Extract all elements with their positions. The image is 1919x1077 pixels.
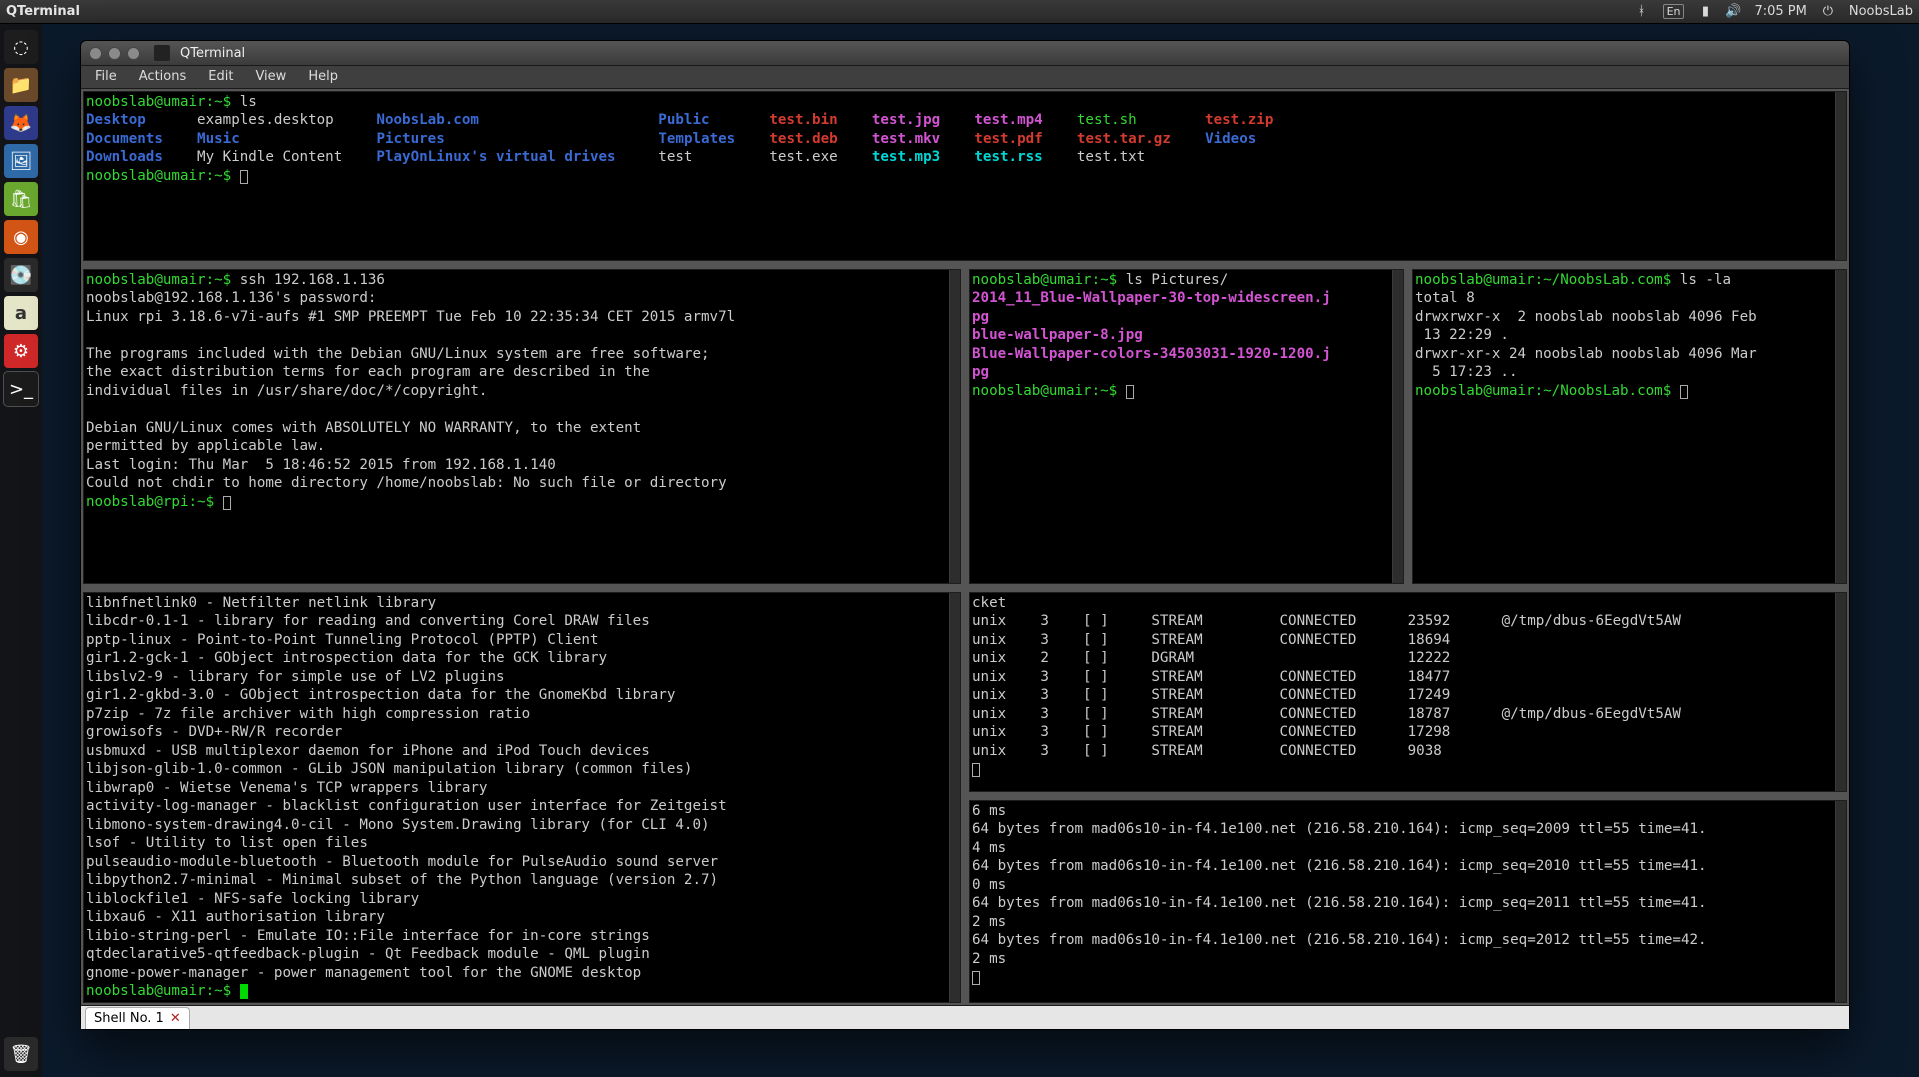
menu-actions[interactable]: Actions xyxy=(129,67,197,86)
keyboard-indicator[interactable]: En xyxy=(1663,4,1685,19)
dock-firefox[interactable]: 🦊 xyxy=(4,106,38,140)
menu-edit[interactable]: Edit xyxy=(198,67,243,86)
terminal-pane-lsla[interactable]: noobslab@umair:~/NoobsLab.com$ ls -la to… xyxy=(1412,269,1847,584)
dock-amazon[interactable]: a xyxy=(4,296,38,330)
menu-view[interactable]: View xyxy=(245,67,296,86)
system-tray: ᚼ En ▮ 🔊 7:05 PM ⏻ NoobsLab xyxy=(1635,4,1913,19)
window-titlebar[interactable]: QTerminal xyxy=(81,41,1849,66)
battery-icon[interactable]: ▮ xyxy=(1698,5,1712,19)
session-user[interactable]: NoobsLab xyxy=(1849,4,1913,19)
dock-settings[interactable]: ⚙ xyxy=(4,334,38,368)
volume-icon[interactable]: 🔊 xyxy=(1726,5,1740,19)
session-icon[interactable]: ⏻ xyxy=(1821,5,1835,19)
menu-bar: FileActionsEditViewHelp xyxy=(81,66,1849,88)
window-title: QTerminal xyxy=(180,46,245,61)
qterminal-window: QTerminal FileActionsEditViewHelp noobsl… xyxy=(80,40,1850,1030)
tab-bar: Shell No. 1 ✕ xyxy=(81,1005,1849,1029)
dock-disks[interactable]: 💽 xyxy=(4,258,38,292)
dock-trash[interactable]: 🗑 xyxy=(4,1037,38,1071)
tab-label: Shell No. 1 xyxy=(94,1011,164,1026)
terminal-pane-packages[interactable]: libnfnetlink0 - Netfilter netlink librar… xyxy=(83,592,961,1003)
dock-files[interactable]: 📁 xyxy=(4,68,38,102)
window-close-button[interactable] xyxy=(89,47,102,60)
clock[interactable]: 7:05 PM xyxy=(1754,4,1806,19)
terminal-pane-top[interactable]: noobslab@umair:~$ ls Desktop examples.de… xyxy=(83,91,1847,261)
dock-screenshot[interactable]: 🖼 xyxy=(4,144,38,178)
menu-help[interactable]: Help xyxy=(298,67,348,86)
dock-show-apps[interactable]: ◌ xyxy=(4,30,38,64)
terminal-pane-ssh[interactable]: noobslab@umair:~$ ssh 192.168.1.136 noob… xyxy=(83,269,961,584)
window-maximize-button[interactable] xyxy=(127,47,140,60)
panel-app-title: QTerminal xyxy=(6,4,80,19)
dock-terminal[interactable]: >_ xyxy=(4,372,38,406)
tab-shell-1[interactable]: Shell No. 1 ✕ xyxy=(85,1007,190,1029)
top-panel: QTerminal ᚼ En ▮ 🔊 7:05 PM ⏻ NoobsLab xyxy=(0,0,1919,24)
dock-ubuntu[interactable]: ◉ xyxy=(4,220,38,254)
launcher-dock: ◌ 📁 🦊 🖼 🛍 ◉ 💽 a ⚙ >_ 🗑 xyxy=(0,24,42,1077)
tab-close-icon[interactable]: ✕ xyxy=(170,1011,181,1026)
menu-file[interactable]: File xyxy=(85,67,127,86)
bluetooth-icon[interactable]: ᚼ xyxy=(1635,5,1649,19)
terminal-pane-ping[interactable]: 6 ms 64 bytes from mad06s10-in-f4.1e100.… xyxy=(969,800,1847,1003)
dock-software[interactable]: 🛍 xyxy=(4,182,38,216)
terminal-pane-netstat[interactable]: cket unix 3 [ ] STREAM CONNECTED 23592 @… xyxy=(969,592,1847,792)
terminal-split-grid: noobslab@umair:~$ ls Desktop examples.de… xyxy=(81,89,1849,1005)
window-minimize-button[interactable] xyxy=(108,47,121,60)
terminal-pane-pictures[interactable]: noobslab@umair:~$ ls Pictures/ 2014_11_B… xyxy=(969,269,1404,584)
window-app-icon xyxy=(154,45,170,61)
